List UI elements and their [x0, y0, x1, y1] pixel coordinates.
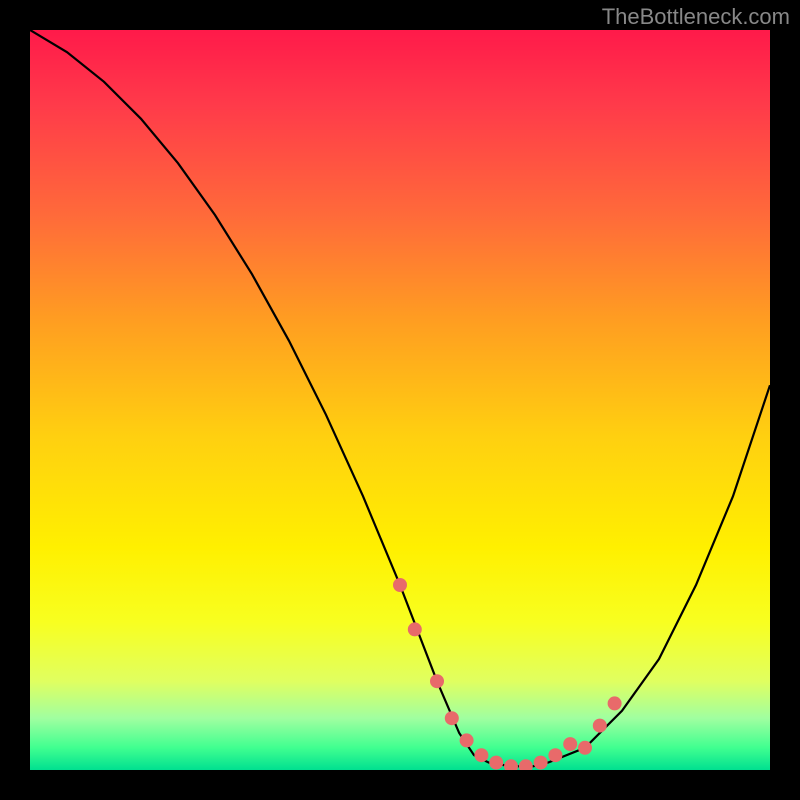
watermark-text: TheBottleneck.com: [602, 4, 790, 30]
chart-background-gradient: [30, 30, 770, 770]
